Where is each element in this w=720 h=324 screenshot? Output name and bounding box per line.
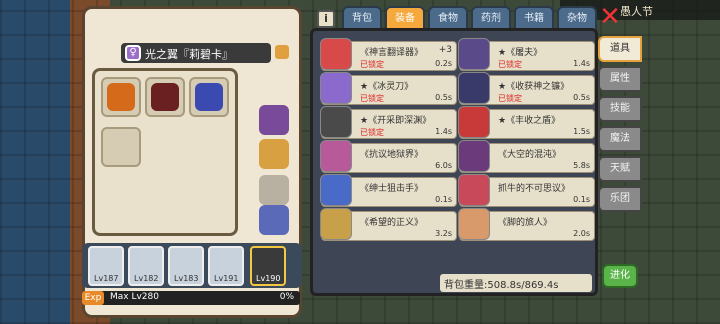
- rtab-attributes[interactable]: 属性: [598, 66, 642, 92]
- rtab-items[interactable]: 道具: [598, 36, 642, 62]
- helmet-icon: [320, 140, 352, 172]
- staff-icon: [458, 208, 490, 240]
- rtab-skills[interactable]: 技能: [598, 96, 642, 122]
- emblem-slot-empty[interactable]: [101, 127, 141, 167]
- equip-slot-accessory[interactable]: [259, 105, 289, 135]
- backpack-weight: 背包重量:508.8s/869.4s: [440, 274, 592, 292]
- party-strip: Lv187 Lv182 Lv183 Lv191 Lv190: [82, 243, 302, 288]
- shield-emblem-icon: [151, 83, 179, 111]
- amulet-icon: [458, 174, 490, 206]
- necklace-icon: [320, 174, 352, 206]
- inventory-item-1[interactable]: 《神言翻译器》 +3 已锁定 0.2s: [320, 38, 457, 71]
- inventory-item-6[interactable]: ★《丰收之盾》 1.5s: [458, 106, 595, 139]
- party-member-5[interactable]: Lv190: [250, 246, 286, 286]
- rtab-magic[interactable]: 魔法: [598, 126, 642, 152]
- party-member-1[interactable]: Lv187: [88, 246, 124, 286]
- right-side-tabs: 道具 属性 技能 魔法 天赋 乐团: [598, 36, 644, 216]
- info-button[interactable]: i: [317, 10, 335, 28]
- ice-blade-icon: [320, 72, 352, 104]
- character-name-bar: ♀ 光之翼『莉碧卡』: [121, 43, 289, 63]
- equip-slot-armor[interactable]: [259, 205, 289, 235]
- emblem-slot-1[interactable]: [101, 77, 141, 117]
- exp-percent: 0%: [279, 292, 294, 302]
- edit-name-icon[interactable]: [275, 45, 289, 59]
- exp-tag: Exp: [82, 291, 104, 305]
- harvest-shield-icon: [458, 106, 490, 138]
- wing-emblem-icon: [195, 83, 223, 111]
- inventory-item-3[interactable]: ★《冰灵刀》 已锁定 0.5s: [320, 72, 457, 105]
- exp-bar: Exp Max Lv280 0%: [82, 291, 300, 305]
- scythe-icon: [458, 72, 490, 104]
- rtab-talent[interactable]: 天赋: [598, 156, 642, 182]
- player-name: 愚人节: [620, 5, 653, 18]
- inventory-item-5[interactable]: ★《开采即深渊》 已锁定 1.4s: [320, 106, 457, 139]
- gender-icon: ♀: [125, 45, 141, 61]
- evolve-button[interactable]: 进化: [602, 264, 638, 288]
- pickaxe-icon: [320, 106, 352, 138]
- butcher-blade-icon: [458, 38, 490, 70]
- inventory-item-12[interactable]: 《脚的旅人》 2.0s: [458, 208, 595, 241]
- inventory-item-4[interactable]: ★《收获神之镰》 已锁定 0.5s: [458, 72, 595, 105]
- party-member-2[interactable]: Lv182: [128, 246, 164, 286]
- inventory-item-8[interactable]: 《大空的混沌》 5.8s: [458, 140, 595, 173]
- party-member-4[interactable]: Lv191: [208, 246, 244, 286]
- emblem-popup: [92, 68, 238, 236]
- character-name: 光之翼『莉碧卡』: [145, 48, 233, 61]
- close-icon[interactable]: ✕: [598, 4, 622, 30]
- pumpkin-emblem-icon: [107, 83, 135, 111]
- inventory-panel: 《神言翻译器》 +3 已锁定 0.2s ★《屠夫》 已锁定 1.4s ★《冰灵刀》 已锁定 0…: [310, 28, 598, 296]
- inventory-item-7[interactable]: 《抗议地狱界》 6.0s: [320, 140, 457, 173]
- chaos-helmet-icon: [458, 140, 490, 172]
- inventory-item-2[interactable]: ★《屠夫》 已锁定 1.4s: [458, 38, 595, 71]
- rtab-band[interactable]: 乐团: [598, 186, 642, 212]
- inventory-item-10[interactable]: 抓牛的不可思议》 0.1s: [458, 174, 595, 207]
- emblem-slot-2[interactable]: [145, 77, 185, 117]
- inventory-item-11[interactable]: 《希望的正义》 3.2s: [320, 208, 457, 241]
- sword-icon: [320, 208, 352, 240]
- emblem-slot-3[interactable]: [189, 77, 229, 117]
- equip-slot-empty[interactable]: [259, 175, 289, 205]
- translator-icon: [320, 38, 352, 70]
- max-level-label: Max Lv280: [110, 292, 159, 302]
- inventory-item-9[interactable]: 《绅士狙击手》 0.1s: [320, 174, 457, 207]
- party-member-3[interactable]: Lv183: [168, 246, 204, 286]
- equip-slot-ring[interactable]: [259, 139, 289, 169]
